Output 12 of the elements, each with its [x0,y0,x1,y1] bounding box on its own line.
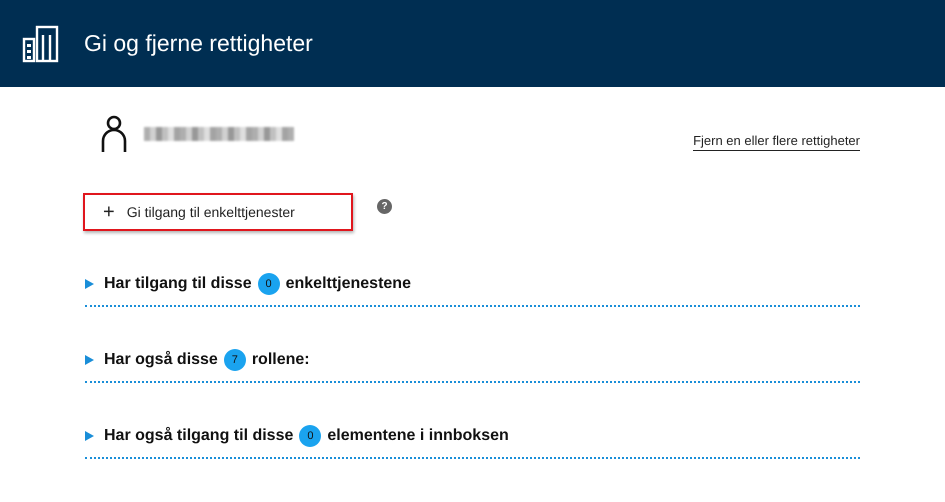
help-icon[interactable]: ? [377,198,392,214]
page-title: Gi og fjerne rettigheter [84,30,313,57]
triangle-icon [85,279,94,289]
section-toggle[interactable]: Har også tilgang til disse 0 elementene i innboksen [85,425,509,447]
person-icon [101,115,127,153]
add-access-button[interactable]: + Gi tilgang til enkelttjenester [83,193,353,231]
triangle-icon [85,355,94,365]
section-toggle[interactable]: Har også disse 7 rollene: [85,349,310,371]
remove-rights-link[interactable]: Fjern en eller flere rettigheter [693,133,860,151]
buildings-icon [22,24,60,62]
section-toggle[interactable]: Har tilgang til disse 0 enkelttjenestene [85,273,411,295]
triangle-icon [85,431,94,441]
